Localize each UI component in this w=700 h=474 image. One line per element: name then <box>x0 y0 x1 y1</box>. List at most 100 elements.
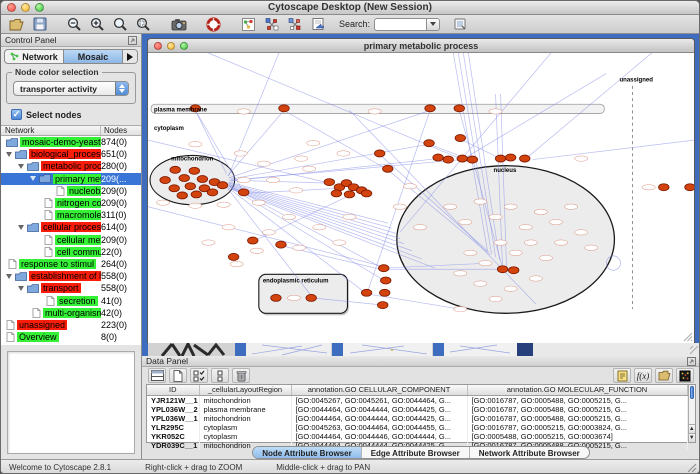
graph-node[interactable] <box>455 135 465 142</box>
window-resize-grip-icon[interactable] <box>686 462 697 473</box>
tree-row[interactable]: secretion41(0) <box>1 294 141 306</box>
import-attributes-button[interactable] <box>655 368 673 383</box>
birds-eye-view[interactable] <box>7 351 135 454</box>
graph-node[interactable] <box>306 294 316 301</box>
tree-expand-icon[interactable] <box>18 225 24 230</box>
tab-node-attribute-browser[interactable]: Node Attribute Browser <box>253 447 362 458</box>
graph-node[interactable] <box>169 185 179 192</box>
float-panel-icon[interactable] <box>687 357 696 366</box>
graph-node[interactable] <box>361 190 371 197</box>
graph-node[interactable] <box>207 189 217 196</box>
tree-row[interactable]: cellular process614(0) <box>1 221 141 233</box>
tree-row[interactable]: metabolic process280(0) <box>1 160 141 172</box>
table-column-header[interactable]: _cellularLayoutRegion <box>199 385 291 395</box>
graph-node[interactable] <box>443 156 453 163</box>
table-scrollbar[interactable]: ▲ ▼ <box>688 385 696 442</box>
label-button[interactable] <box>613 368 631 383</box>
graph-node[interactable] <box>217 182 227 189</box>
graph-node[interactable] <box>378 265 388 272</box>
select-nodes-checkbox[interactable]: ✓ <box>11 109 22 120</box>
graph-node[interactable] <box>185 183 195 190</box>
tree-expand-icon[interactable] <box>6 152 12 157</box>
graph-node[interactable] <box>191 191 201 198</box>
matrix-view-button[interactable] <box>676 368 694 383</box>
tree-expand-icon[interactable] <box>18 286 24 291</box>
tree-row[interactable]: cell communicat22(0) <box>1 246 141 258</box>
graph-node[interactable] <box>424 140 434 147</box>
search-input[interactable] <box>374 18 426 31</box>
tree-row[interactable]: primary metabol209(... <box>1 173 141 185</box>
table-column-header[interactable]: annotation.GO CELLULAR_COMPONENT <box>291 385 467 395</box>
new-attribute-button[interactable] <box>169 368 187 383</box>
graph-node[interactable] <box>381 277 391 284</box>
annotation-button[interactable] <box>306 16 329 33</box>
graph-node[interactable] <box>331 190 341 197</box>
graph-node[interactable] <box>425 105 435 112</box>
resize-grip-icon[interactable] <box>682 331 693 342</box>
tree-expand-icon[interactable] <box>18 164 24 169</box>
graph-node[interactable] <box>374 150 384 157</box>
graph-node[interactable] <box>179 175 189 182</box>
zoom-selected-button[interactable] <box>132 16 155 33</box>
apply-vizmap-button[interactable] <box>283 16 306 33</box>
zoom-out-button[interactable] <box>63 16 86 33</box>
tree-row[interactable]: cellular metabo209(0) <box>1 234 141 246</box>
graph-node[interactable] <box>377 302 387 309</box>
tree-column-nodes[interactable]: Nodes <box>101 126 141 135</box>
graph-node[interactable] <box>228 253 238 260</box>
graph-node[interactable] <box>279 105 289 112</box>
search-dropdown-button[interactable] <box>426 18 440 31</box>
graph-node[interactable] <box>433 154 443 161</box>
graph-node[interactable] <box>383 165 393 172</box>
graph-node[interactable] <box>177 192 187 199</box>
table-column-header[interactable]: annotation.GO MOLECULAR_FUNCTION <box>467 385 687 395</box>
graph-node[interactable] <box>495 155 505 162</box>
delete-attribute-button[interactable] <box>232 368 250 383</box>
table-row[interactable]: YJR121W__1mitochondrion[GO:0045267, GO:0… <box>147 395 687 405</box>
graph-node[interactable] <box>344 191 354 198</box>
graph-node[interactable] <box>248 237 258 244</box>
snapshot-button[interactable] <box>167 16 190 33</box>
graph-node[interactable] <box>276 241 286 248</box>
graph-node[interactable] <box>324 179 334 186</box>
node-color-attribute-select[interactable]: transporter activity <box>13 81 129 96</box>
tree-row[interactable]: response to stimul264(0) <box>1 258 141 270</box>
graph-node[interactable] <box>361 289 371 296</box>
network-overview-button[interactable] <box>237 16 260 33</box>
unselect-attributes-button[interactable] <box>211 368 229 383</box>
zoom-fit-button[interactable] <box>109 16 132 33</box>
graph-node[interactable] <box>520 155 530 162</box>
graph-node[interactable] <box>659 184 669 191</box>
tree-row[interactable]: transport558(0) <box>1 282 141 294</box>
tree-expand-icon[interactable] <box>6 274 12 279</box>
graph-node[interactable] <box>170 166 180 173</box>
graph-node[interactable] <box>508 267 518 274</box>
table-row[interactable]: YPL036W__2plasma membrane[GO:0044464, GO… <box>147 405 687 414</box>
tree-column-network[interactable]: Network <box>1 126 101 135</box>
graph-node[interactable] <box>505 154 515 161</box>
table-row[interactable]: YLR295Ccytoplasm[GO:0045263, GO:0044464,… <box>147 423 687 432</box>
graph-node[interactable] <box>160 177 170 184</box>
graph-node[interactable] <box>454 105 464 112</box>
search-options-button[interactable] <box>448 16 471 33</box>
function-builder-button[interactable]: f(x) <box>634 368 652 383</box>
graph-node[interactable] <box>685 184 694 191</box>
graph-node[interactable] <box>457 155 467 162</box>
tree-expand-icon[interactable] <box>30 176 36 181</box>
scroll-up-button[interactable]: ▲ <box>689 424 696 433</box>
tab-mosaic[interactable]: Mosaic <box>63 50 123 63</box>
graph-node[interactable] <box>238 189 248 196</box>
tree-row[interactable]: Overview8(0) <box>1 331 141 343</box>
network-canvas[interactable]: plasma membranecytoplasmmitochondrionnuc… <box>148 53 694 343</box>
app-titlebar[interactable]: Cytoscape Desktop (New Session) <box>1 1 699 15</box>
graph-node[interactable] <box>189 167 199 174</box>
tab-edge-attribute-browser[interactable]: Edge Attribute Browser <box>362 447 470 458</box>
tabs-overflow-button[interactable] <box>123 50 137 63</box>
tree-row[interactable]: unassigned223(0) <box>1 319 141 331</box>
network-window-titlebar[interactable]: primary metabolic process <box>148 39 694 53</box>
tree-row[interactable]: nitrogen compo209(0) <box>1 197 141 209</box>
tab-network[interactable]: Network <box>5 50 63 63</box>
tree-row[interactable]: macromolecule311(0) <box>1 209 141 221</box>
scroll-down-button[interactable]: ▼ <box>689 433 696 442</box>
attribute-table-button[interactable] <box>148 368 166 383</box>
